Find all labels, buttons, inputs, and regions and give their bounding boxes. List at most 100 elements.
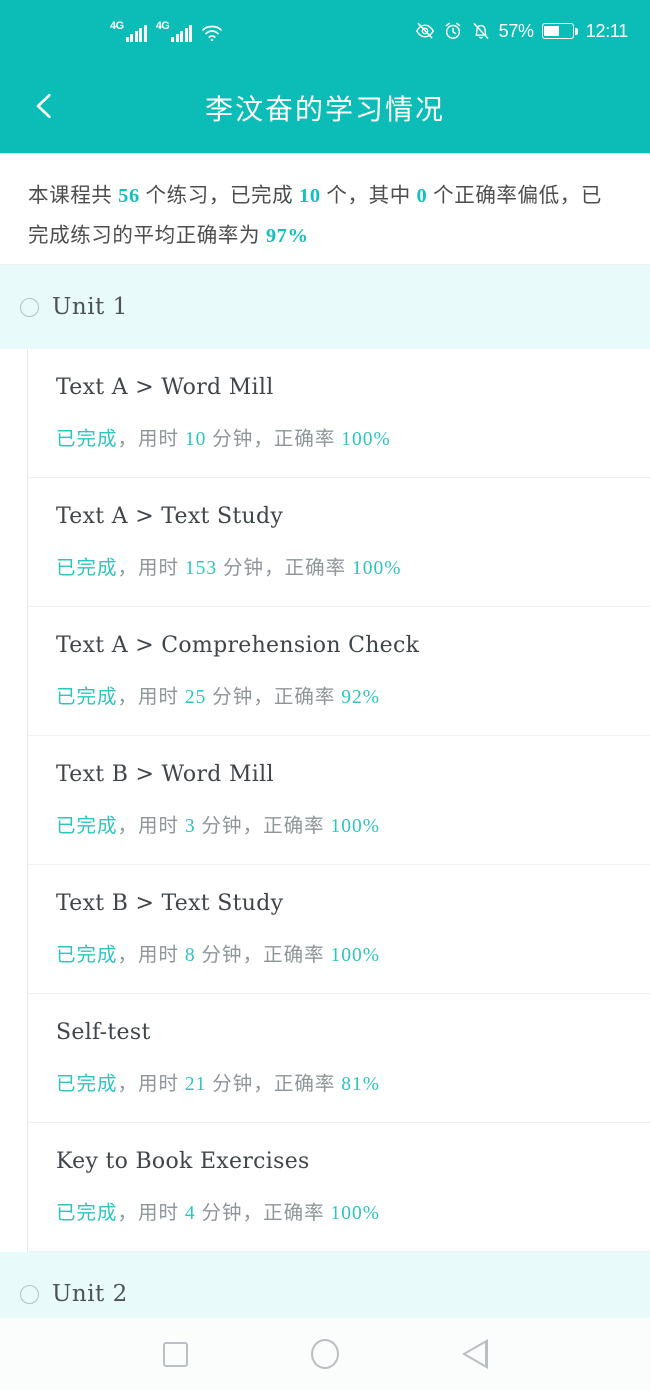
- status-sep-1: ，: [117, 816, 139, 837]
- exercise-status-label: 已完成: [56, 945, 118, 966]
- duration-suffix-label: 分钟: [206, 429, 254, 450]
- exercise-title: Text A > Comprehension Check: [56, 633, 420, 658]
- unit-header[interactable]: Unit 1: [0, 265, 650, 349]
- exercise-minutes: 3: [184, 816, 196, 837]
- exercise-accuracy: 100%: [330, 945, 380, 966]
- bell-off-icon: [471, 21, 491, 41]
- status-sep-1: ，: [117, 687, 139, 708]
- square-recents-icon: [162, 1341, 188, 1367]
- summary-seg-3: 个，其中: [320, 185, 417, 207]
- exercise-title: Text B > Text Study: [56, 891, 284, 916]
- clock-label: 12:11: [585, 20, 629, 41]
- wifi-icon: [201, 24, 223, 42]
- exercise-minutes: 25: [184, 687, 207, 708]
- unit-label: Unit 2: [52, 1281, 128, 1307]
- exercise-accuracy: 100%: [330, 1203, 380, 1224]
- exercise-minutes: 10: [184, 429, 207, 450]
- status-bar-right: 57% 12:11: [415, 0, 628, 62]
- exercise-status: 已完成，用时 153 分钟，正确率 100%: [56, 551, 650, 580]
- alarm-clock-icon: [443, 21, 463, 41]
- exercise-status: 已完成，用时 21 分钟，正确率 81%: [56, 1067, 650, 1096]
- exercise-accuracy: 81%: [341, 1074, 380, 1095]
- exercise-minutes: 153: [184, 558, 218, 579]
- exercise-row[interactable]: Text A > Word Mill 已完成，用时 10 分钟，正确率 100%: [28, 349, 650, 478]
- system-back-button[interactable]: [453, 1332, 497, 1376]
- recents-button[interactable]: [153, 1332, 197, 1376]
- exercise-accuracy: 100%: [341, 429, 391, 450]
- battery-icon: [541, 23, 578, 39]
- summary-completed-count: 10: [298, 185, 321, 207]
- duration-suffix-label: 分钟: [195, 1203, 243, 1224]
- exercise-accuracy: 92%: [341, 687, 380, 708]
- summary-seg-1: 本课程共: [28, 185, 119, 207]
- status-sep-1: ，: [117, 945, 139, 966]
- circle-outline-icon: [20, 297, 39, 317]
- duration-prefix-label: 用时: [138, 558, 185, 579]
- exercise-title: Self-test: [56, 1020, 151, 1045]
- signal-sim1: 4G: [110, 19, 147, 42]
- exercise-minutes: 21: [184, 1074, 207, 1095]
- exercise-row[interactable]: Self-test 已完成，用时 21 分钟，正确率 81%: [28, 994, 650, 1123]
- exercise-minutes: 8: [184, 945, 196, 966]
- unit-header[interactable]: Unit 2: [0, 1252, 650, 1318]
- accuracy-prefix-label: 正确率: [284, 558, 352, 579]
- status-sep-2: ，: [253, 1074, 274, 1095]
- exercise-status-label: 已完成: [56, 558, 118, 579]
- accuracy-prefix-label: 正确率: [273, 687, 342, 708]
- status-sep-1: ，: [117, 429, 139, 450]
- exercise-status: 已完成，用时 4 分钟，正确率 100%: [56, 1196, 650, 1225]
- status-sep-2: ，: [242, 816, 264, 837]
- status-sep-2: ，: [253, 687, 274, 708]
- page-title: 李汶奋的学习情况: [204, 92, 445, 126]
- accuracy-prefix-label: 正确率: [273, 429, 342, 450]
- status-sep-2: ，: [253, 429, 274, 450]
- system-navigation-bar: [0, 1318, 650, 1390]
- duration-suffix-label: 分钟: [195, 816, 243, 837]
- units-container: Unit 1 Text A > Word Mill 已完成，用时 10 分钟，正确率…: [0, 265, 650, 1318]
- exercise-minutes: 4: [184, 1203, 196, 1224]
- course-summary: 本课程共 56 个练习，已完成 10 个，其中 0 个正确率偏低，已完成练习的平…: [0, 154, 650, 265]
- exercise-status-label: 已完成: [56, 687, 118, 708]
- duration-prefix-label: 用时: [138, 429, 185, 450]
- accuracy-prefix-label: 正确率: [263, 945, 331, 966]
- app-bar: 李汶奋的学习情况: [0, 62, 650, 154]
- duration-suffix-label: 分钟: [195, 945, 243, 966]
- status-sep-2: ，: [242, 945, 264, 966]
- duration-suffix-label: 分钟: [206, 1074, 254, 1095]
- accuracy-prefix-label: 正确率: [273, 1074, 342, 1095]
- exercise-title: Text B > Word Mill: [56, 762, 274, 787]
- summary-low-accuracy-count: 0: [416, 185, 428, 207]
- exercise-row[interactable]: Text A > Comprehension Check 已完成，用时 25 分钟…: [28, 607, 650, 736]
- status-sep-2: ，: [264, 558, 285, 579]
- exercise-accuracy: 100%: [351, 558, 402, 579]
- unit-list[interactable]: Unit 1 Text A > Word Mill 已完成，用时 10 分钟，正确率…: [0, 265, 650, 1318]
- exercise-accuracy: 100%: [330, 816, 380, 837]
- exercise-row[interactable]: Text B > Word Mill 已完成，用时 3 分钟，正确率 100%: [28, 736, 650, 865]
- home-button[interactable]: [303, 1332, 347, 1376]
- triangle-back-icon: [462, 1339, 488, 1369]
- status-sep-1: ，: [117, 558, 139, 579]
- back-button[interactable]: [22, 62, 66, 154]
- timeline-rail: [27, 265, 28, 1318]
- duration-suffix-label: 分钟: [217, 558, 265, 579]
- duration-prefix-label: 用时: [138, 1203, 185, 1224]
- accuracy-prefix-label: 正确率: [263, 1203, 331, 1224]
- summary-seg-2: 个练习，已完成: [139, 185, 299, 207]
- summary-total-exercises: 56: [118, 185, 140, 207]
- app-screen: 4G 4G 57% 12:11 李汶奋的学习情况 本课程共 56 个练习，已完成…: [0, 0, 650, 1390]
- signal-bars-sim2-icon: [171, 24, 193, 42]
- network-type-sim1-label: 4G: [110, 19, 124, 32]
- duration-prefix-label: 用时: [138, 816, 185, 837]
- status-sep-1: ，: [117, 1074, 139, 1095]
- exercise-row[interactable]: Text A > Text Study 已完成，用时 153 分钟，正确率 100…: [28, 478, 650, 607]
- battery-percent-label: 57%: [498, 20, 534, 41]
- exercise-row[interactable]: Key to Book Exercises 已完成，用时 4 分钟，正确率 100…: [28, 1123, 650, 1252]
- unit-label: Unit 1: [52, 294, 128, 320]
- signal-bars-sim1-icon: [125, 24, 147, 42]
- exercise-status-label: 已完成: [56, 1074, 118, 1095]
- exercise-status: 已完成，用时 3 分钟，正确率 100%: [56, 809, 650, 838]
- signal-sim2: 4G: [156, 20, 193, 42]
- accuracy-prefix-label: 正确率: [263, 816, 331, 837]
- duration-prefix-label: 用时: [138, 945, 185, 966]
- exercise-row[interactable]: Text B > Text Study 已完成，用时 8 分钟，正确率 100%: [28, 865, 650, 994]
